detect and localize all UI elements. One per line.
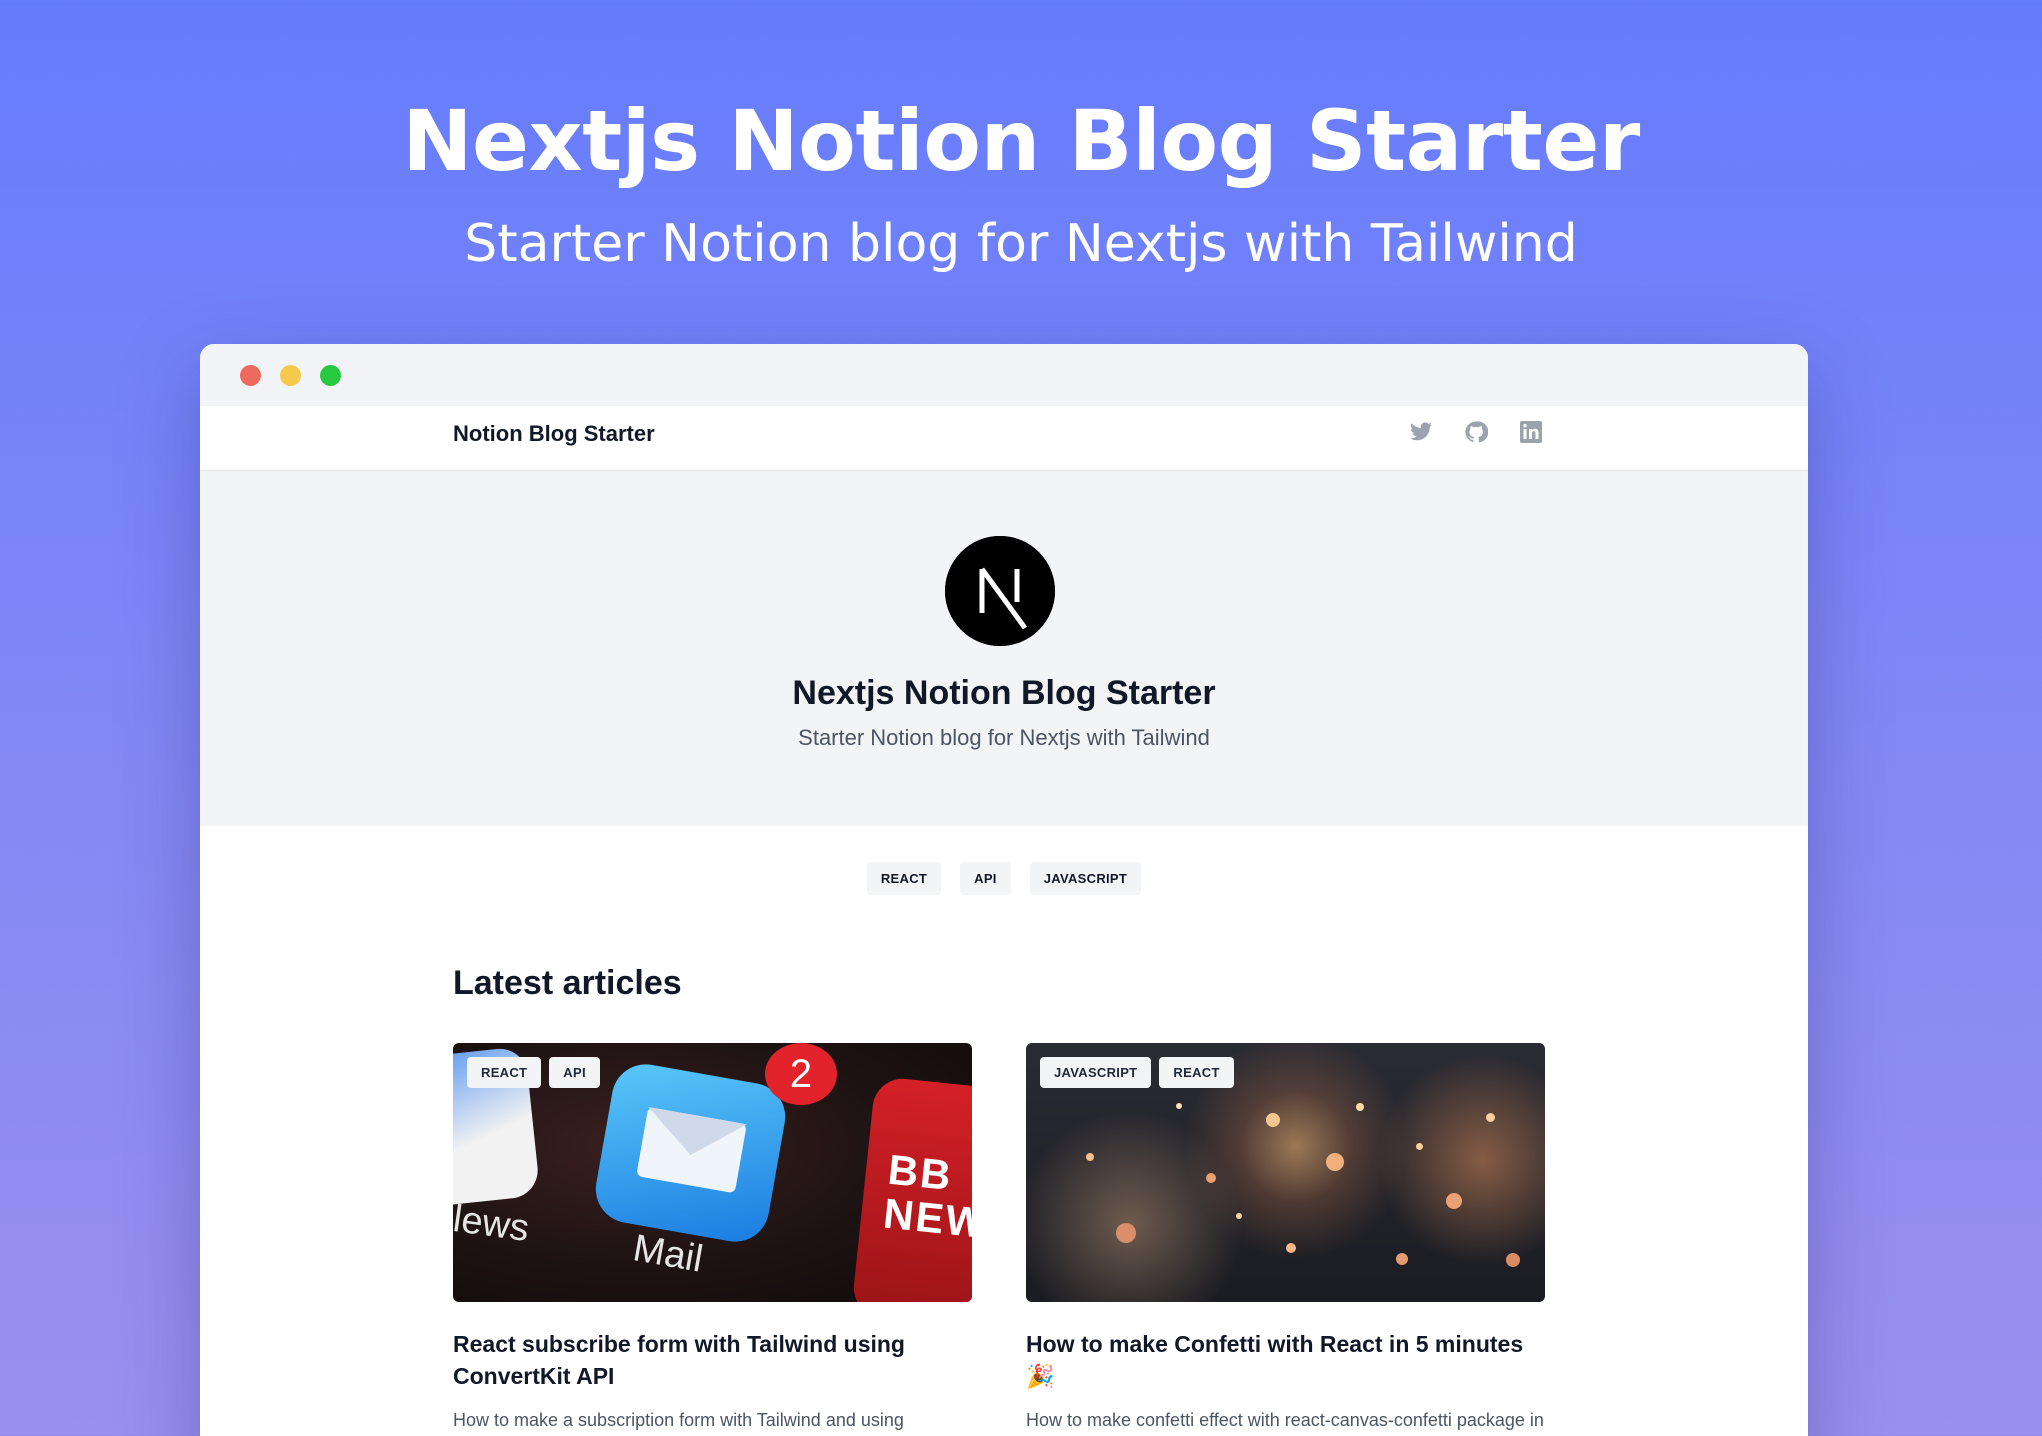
article-tag[interactable]: REACT (467, 1057, 542, 1088)
linkedin-link[interactable] (1519, 420, 1543, 444)
linkedin-icon (1520, 421, 1542, 443)
social-links (1409, 420, 1543, 444)
window-titlebar (200, 344, 1808, 406)
profile-description: Starter Notion blog for Nextjs with Tail… (798, 725, 1210, 750)
notification-badge: 2 (765, 1043, 837, 1105)
nextjs-logo-icon (945, 536, 1055, 646)
article-tag[interactable]: REACT (1159, 1057, 1234, 1088)
bbc-news-app-icon: BB NEW (850, 1075, 972, 1302)
profile-section: Nextjs Notion Blog Starter Starter Notio… (200, 471, 1808, 826)
twitter-icon (1410, 422, 1432, 441)
twitter-link[interactable] (1409, 420, 1433, 444)
maximize-window-button[interactable] (320, 364, 341, 386)
site-navbar: Notion Blog Starter (200, 406, 1808, 471)
profile-name: Nextjs Notion Blog Starter (792, 674, 1216, 712)
article-tags: JAVASCRIPT REACT (1040, 1057, 1234, 1088)
tag-filter-api[interactable]: API (960, 862, 1011, 895)
hero-subtitle: Starter Notion blog for Nextjs with Tail… (464, 214, 1578, 274)
minimize-window-button[interactable] (280, 364, 301, 386)
tag-filter-javascript[interactable]: JAVASCRIPT (1029, 862, 1142, 895)
news-label: lews (453, 1197, 532, 1251)
article-title[interactable]: React subscribe form with Tailwind using… (453, 1328, 972, 1392)
article-cover-image[interactable]: JAVASCRIPT REACT (1026, 1043, 1545, 1302)
article-card[interactable]: lews 2 Mail BB NEW REACT API React subsc… (453, 1043, 972, 1434)
github-icon (1465, 421, 1488, 443)
article-tag[interactable]: JAVASCRIPT (1040, 1057, 1152, 1088)
article-card[interactable]: JAVASCRIPT REACT How to make Confetti wi… (1026, 1043, 1545, 1436)
tag-filter-react[interactable]: REACT (866, 862, 942, 895)
article-description: How to make confetti effect with react-c… (1026, 1410, 1544, 1430)
bbc-news-label: BB NEW (881, 1145, 972, 1248)
article-cover-image[interactable]: lews 2 Mail BB NEW REACT API (453, 1043, 972, 1302)
article-description: How to make a subscription form with Tai… (453, 1410, 904, 1430)
section-title: Latest articles (453, 964, 682, 1002)
avatar (945, 536, 1055, 646)
article-tags: REACT API (467, 1057, 600, 1088)
site-brand-link[interactable]: Notion Blog Starter (453, 421, 655, 447)
article-tag[interactable]: API (549, 1057, 600, 1088)
github-link[interactable] (1464, 420, 1488, 444)
mail-label: Mail (629, 1227, 706, 1281)
envelope-icon (636, 1106, 747, 1194)
hero-title: Nextjs Notion Blog Starter (402, 92, 1640, 190)
tag-filter-list: REACT API JAVASCRIPT (200, 862, 1808, 895)
mail-app-icon (590, 1059, 791, 1247)
close-window-button[interactable] (240, 364, 261, 386)
browser-window: Notion Blog Starter Nextjs Notion Blog S… (200, 344, 1808, 1436)
article-title[interactable]: How to make Confetti with React in 5 min… (1026, 1328, 1545, 1392)
